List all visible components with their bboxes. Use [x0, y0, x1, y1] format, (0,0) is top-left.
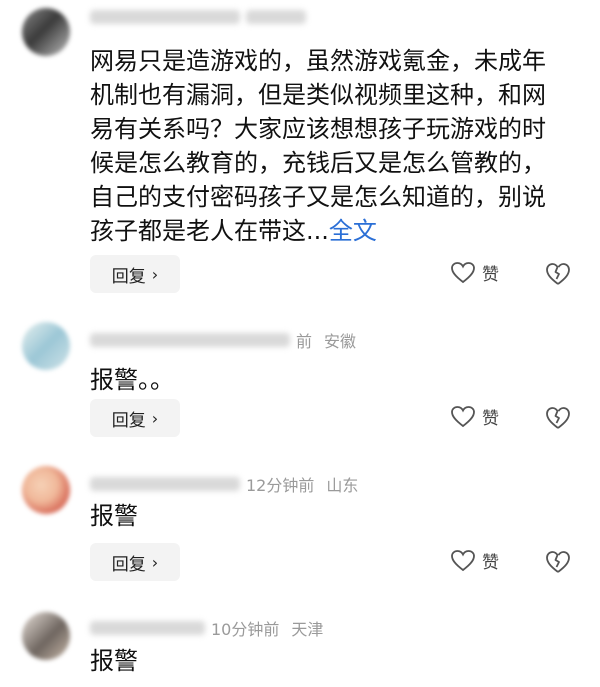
comment-time: 10分钟前 — [211, 620, 280, 639]
comment-meta — [90, 10, 312, 24]
comment-body: 报警。。 — [90, 366, 174, 394]
comment-region: 天津 — [291, 620, 324, 639]
reply-button[interactable]: 回复 › — [90, 255, 180, 293]
comment-region: 山东 — [326, 476, 359, 495]
username-blurred[interactable] — [90, 477, 240, 491]
heart-outline-icon — [451, 261, 475, 283]
like-button[interactable]: 赞 — [450, 404, 499, 429]
comment-meta: 12分钟前 山东 — [90, 472, 358, 496]
comment-body: 报警 — [90, 647, 138, 675]
username-blurred[interactable] — [90, 10, 240, 24]
heart-outline-icon — [451, 405, 475, 427]
comment-body: 网易只是造游戏的，虽然游戏氪金，未成年机制也有漏洞，但是类似视频里这种，和网易有… — [90, 44, 560, 248]
chevron-right-icon: › — [151, 264, 159, 284]
broken-heart-icon[interactable] — [544, 260, 572, 288]
comment-meta: 前 安徽 — [90, 328, 356, 352]
chevron-right-icon: › — [151, 552, 159, 572]
username-blurred[interactable] — [90, 621, 205, 635]
meta-blurred — [246, 10, 306, 24]
avatar[interactable] — [22, 8, 70, 56]
reply-label: 回复 — [111, 554, 146, 575]
avatar[interactable] — [22, 612, 70, 660]
reply-label: 回复 — [111, 266, 146, 287]
username-blurred[interactable] — [90, 333, 290, 347]
reply-button[interactable]: 回复 › — [90, 399, 180, 437]
reply-label: 回复 — [111, 410, 146, 431]
like-button[interactable]: 赞 — [450, 548, 499, 573]
comment-meta: 10分钟前 天津 — [90, 616, 323, 640]
like-label: 赞 — [482, 409, 499, 429]
reply-button[interactable]: 回复 › — [90, 543, 180, 581]
like-label: 赞 — [482, 553, 499, 573]
like-button[interactable]: 赞 — [450, 260, 499, 285]
comment-text: 网易只是造游戏的，虽然游戏氪金，未成年机制也有漏洞，但是类似视频里这种，和网易有… — [90, 47, 546, 245]
broken-heart-icon[interactable] — [544, 404, 572, 432]
comment-time: 前 — [296, 332, 313, 351]
broken-heart-icon[interactable] — [544, 548, 572, 576]
avatar[interactable] — [22, 322, 70, 370]
expand-link[interactable]: 全文 — [329, 217, 377, 245]
like-label: 赞 — [482, 265, 499, 285]
comment-time: 12分钟前 — [246, 476, 315, 495]
heart-outline-icon — [451, 549, 475, 571]
comment-region: 安徽 — [324, 332, 357, 351]
avatar[interactable] — [22, 466, 70, 514]
chevron-right-icon: › — [151, 408, 159, 428]
comment-body: 报警 — [90, 502, 138, 530]
